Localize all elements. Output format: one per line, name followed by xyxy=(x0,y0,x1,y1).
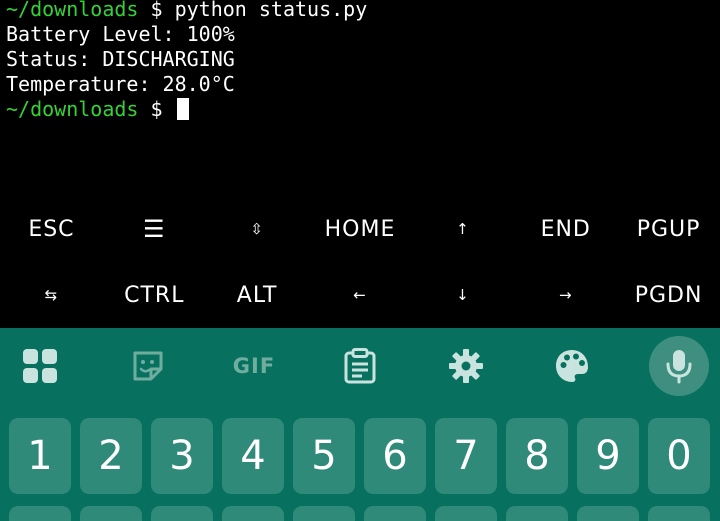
extra-keys-bar: ESC ☰ ⇳ HOME ↑ END PGUP ⇆ CTRL ALT ← ↓ →… xyxy=(0,196,720,328)
terminal-line-5: ~/downloads $ xyxy=(6,97,720,122)
clipboard-icon[interactable] xyxy=(330,336,390,396)
scroll-toggle-icon[interactable]: ⇳ xyxy=(206,196,309,262)
prompt-dollar: $ xyxy=(138,97,175,121)
screen: ~/downloads $ python status.py Battery L… xyxy=(0,0,720,521)
key-0[interactable]: 0 xyxy=(648,418,710,494)
letter-key[interactable] xyxy=(222,506,284,521)
terminal-line-1: ~/downloads $ python status.py xyxy=(6,0,720,22)
letter-key[interactable] xyxy=(151,506,213,521)
letter-key[interactable] xyxy=(9,506,71,521)
home-key[interactable]: HOME xyxy=(309,196,412,262)
terminal-output[interactable]: ~/downloads $ python status.py Battery L… xyxy=(0,0,720,196)
apps-grid-icon[interactable] xyxy=(10,336,70,396)
pgup-key[interactable]: PGUP xyxy=(617,196,720,262)
key-3[interactable]: 3 xyxy=(151,418,213,494)
key-7[interactable]: 7 xyxy=(435,418,497,494)
prompt-path: ~/downloads xyxy=(6,97,139,121)
letter-key[interactable] xyxy=(293,506,355,521)
extra-keys-row-2: ⇆ CTRL ALT ← ↓ → PGDN xyxy=(0,262,720,328)
key-5[interactable]: 5 xyxy=(293,418,355,494)
key-2[interactable]: 2 xyxy=(80,418,142,494)
terminal-line-4: Temperature: 28.0°C xyxy=(6,72,235,96)
key-6[interactable]: 6 xyxy=(364,418,426,494)
key-8[interactable]: 8 xyxy=(506,418,568,494)
gif-label: GIF xyxy=(232,354,276,378)
arrow-right-key[interactable]: → xyxy=(514,262,617,328)
palette-icon[interactable] xyxy=(542,336,602,396)
esc-key[interactable]: ESC xyxy=(0,196,103,262)
letter-key[interactable] xyxy=(364,506,426,521)
keyboard-toolbar: GIF xyxy=(0,328,720,404)
extra-keys-row-1: ESC ☰ ⇳ HOME ↑ END PGUP xyxy=(0,196,720,262)
prompt-dollar: $ xyxy=(138,0,175,21)
alt-key[interactable]: ALT xyxy=(206,262,309,328)
letter-key[interactable] xyxy=(80,506,142,521)
text-cursor xyxy=(176,98,189,120)
end-key[interactable]: END xyxy=(514,196,617,262)
arrow-down-key[interactable]: ↓ xyxy=(411,262,514,328)
number-row: 1 2 3 4 5 6 7 8 9 0 xyxy=(0,418,720,498)
key-9[interactable]: 9 xyxy=(577,418,639,494)
prompt-path: ~/downloads xyxy=(6,0,139,21)
letter-key[interactable] xyxy=(577,506,639,521)
menu-icon[interactable]: ☰ xyxy=(103,196,206,262)
letter-key[interactable] xyxy=(648,506,710,521)
command-text: python status.py xyxy=(174,0,368,21)
key-1[interactable]: 1 xyxy=(9,418,71,494)
microphone-icon[interactable] xyxy=(649,336,709,396)
letter-key[interactable] xyxy=(435,506,497,521)
letter-key[interactable] xyxy=(506,506,568,521)
sticker-icon[interactable] xyxy=(118,336,178,396)
pgdn-key[interactable]: PGDN xyxy=(617,262,720,328)
arrow-left-key[interactable]: ← xyxy=(309,262,412,328)
letter-row-partial xyxy=(0,506,720,521)
tab-key[interactable]: ⇆ xyxy=(0,262,103,328)
arrow-up-key[interactable]: ↑ xyxy=(411,196,514,262)
settings-gear-icon[interactable] xyxy=(436,336,496,396)
ctrl-key[interactable]: CTRL xyxy=(103,262,206,328)
terminal-line-2: Battery Level: 100% xyxy=(6,22,235,46)
gif-icon[interactable]: GIF xyxy=(224,336,284,396)
soft-keyboard: GIF 1 2 3 4 5 6 7 8 9 0 xyxy=(0,328,720,521)
terminal-line-3: Status: DISCHARGING xyxy=(6,47,235,71)
key-4[interactable]: 4 xyxy=(222,418,284,494)
